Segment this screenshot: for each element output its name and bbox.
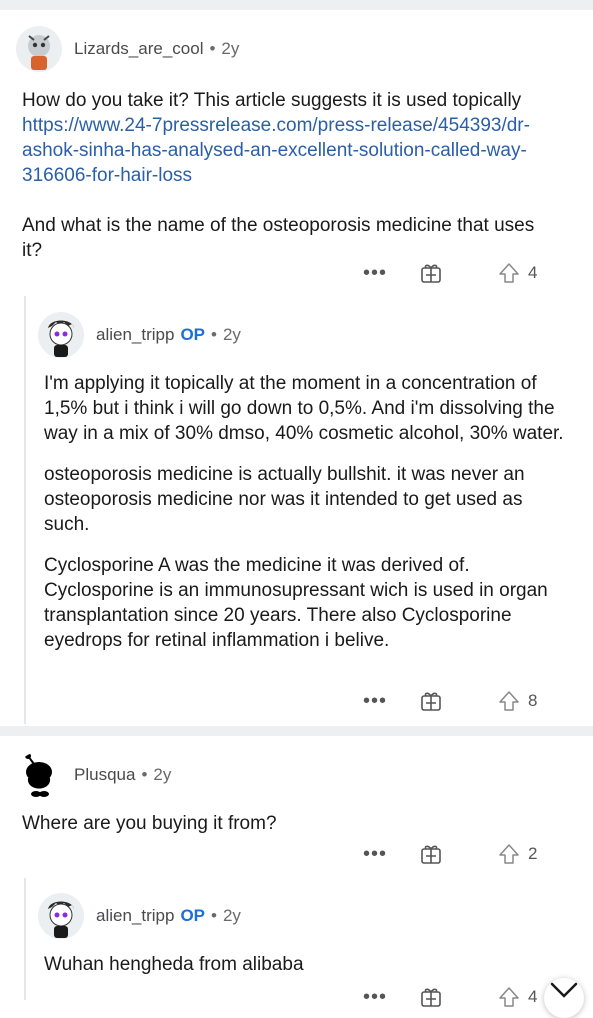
comment-actions: ••• 8 bbox=[360, 686, 537, 716]
avatar[interactable] bbox=[16, 752, 62, 798]
article-link[interactable]: https://www.24-7pressrelease.com/press-r… bbox=[22, 115, 530, 186]
collapse-chevron-icon bbox=[550, 982, 578, 998]
award-icon[interactable] bbox=[420, 986, 442, 1008]
upvote-arrow-icon[interactable] bbox=[498, 262, 520, 284]
username[interactable]: alien_tripp bbox=[96, 325, 174, 345]
comment-text: Where are you buying it from? bbox=[22, 813, 277, 834]
collapse-button[interactable] bbox=[544, 978, 584, 1018]
comment-body: Where are you buying it from? bbox=[22, 811, 552, 836]
comment-age: 2y bbox=[222, 325, 241, 344]
separator-dot: • bbox=[209, 39, 216, 58]
more-options-icon[interactable]: ••• bbox=[360, 262, 390, 285]
separator-dot: • bbox=[211, 906, 217, 925]
comment-body: How do you take it? This article suggest… bbox=[22, 88, 552, 263]
avatar[interactable] bbox=[16, 26, 62, 72]
award-icon[interactable] bbox=[420, 262, 442, 284]
comment-header: alien_tripp OP • 2y bbox=[38, 893, 241, 939]
op-badge: OP bbox=[180, 325, 206, 344]
comment-header: alien_tripp OP • 2y bbox=[38, 312, 241, 358]
comment-separator bbox=[0, 0, 593, 10]
comment-paragraph: osteoporosis medicine is actually bullsh… bbox=[44, 464, 525, 535]
upvote-arrow-icon[interactable] bbox=[498, 843, 520, 865]
comment-paragraph: Cyclosporine A was the medicine it was d… bbox=[44, 555, 548, 651]
comment-age: 2y bbox=[221, 39, 240, 58]
comment-text: And what is the name of the osteoporosis… bbox=[22, 215, 535, 261]
comment-separator bbox=[0, 726, 593, 736]
comment-age: 2y bbox=[222, 906, 241, 925]
username[interactable]: Lizards_are_cool bbox=[74, 39, 203, 59]
thread-line[interactable] bbox=[24, 878, 26, 1000]
comment-actions: ••• 4 bbox=[360, 258, 537, 288]
more-options-icon[interactable]: ••• bbox=[360, 690, 390, 713]
vote-count: 4 bbox=[528, 987, 538, 1006]
username[interactable]: Plusqua bbox=[74, 765, 135, 785]
username[interactable]: alien_tripp bbox=[96, 906, 174, 926]
comment-header: Plusqua • 2y bbox=[16, 752, 171, 798]
thread-line[interactable] bbox=[24, 296, 26, 724]
avatar[interactable] bbox=[38, 312, 84, 358]
separator-dot: • bbox=[141, 765, 148, 784]
upvote-arrow-icon[interactable] bbox=[498, 986, 520, 1008]
comment-age: 2y bbox=[153, 765, 172, 784]
comment-actions: ••• 2 bbox=[360, 839, 537, 869]
comment-text: Wuhan hengheda from alibaba bbox=[44, 954, 304, 975]
award-icon[interactable] bbox=[420, 690, 442, 712]
vote-count: 4 bbox=[528, 263, 538, 282]
award-icon[interactable] bbox=[420, 843, 442, 865]
comment-text: How do you take it? This article suggest… bbox=[22, 90, 522, 111]
upvote-arrow-icon[interactable] bbox=[498, 690, 520, 712]
more-options-icon[interactable]: ••• bbox=[360, 986, 390, 1009]
comment-body: Wuhan hengheda from alibaba bbox=[44, 952, 569, 977]
avatar[interactable] bbox=[38, 893, 84, 939]
vote-count: 8 bbox=[528, 691, 538, 710]
comment-header: Lizards_are_cool • 2y bbox=[16, 26, 239, 72]
more-options-icon[interactable]: ••• bbox=[360, 843, 390, 866]
vote-count: 2 bbox=[528, 844, 538, 863]
comment-paragraph: I'm applying it topically at the moment … bbox=[44, 373, 564, 444]
comment-actions: ••• 4 bbox=[360, 982, 537, 1012]
op-badge: OP bbox=[180, 906, 206, 925]
comment-body: I'm applying it topically at the moment … bbox=[44, 371, 569, 653]
separator-dot: • bbox=[211, 325, 217, 344]
